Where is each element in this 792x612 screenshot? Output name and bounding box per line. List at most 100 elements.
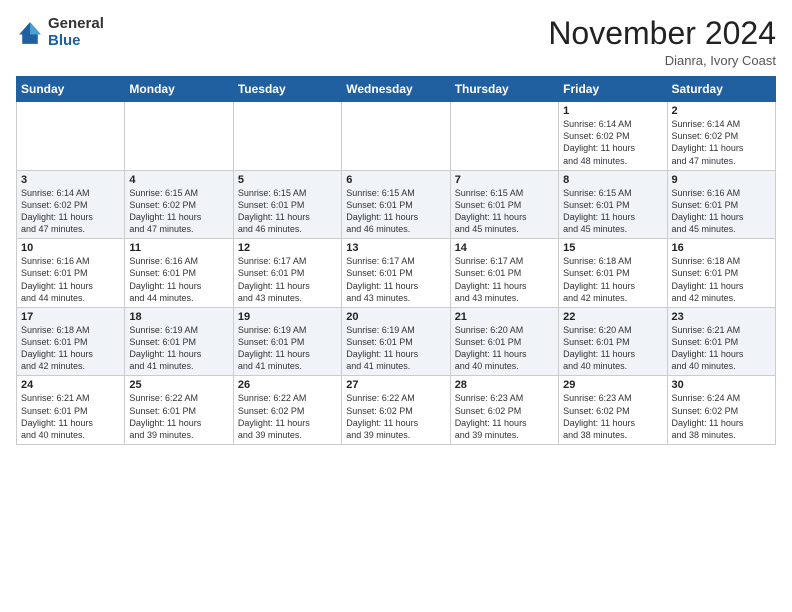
day-info: Sunrise: 6:15 AM Sunset: 6:02 PM Dayligh… xyxy=(129,187,228,236)
calendar-cell: 27Sunrise: 6:22 AM Sunset: 6:02 PM Dayli… xyxy=(342,376,450,445)
calendar-cell: 19Sunrise: 6:19 AM Sunset: 6:01 PM Dayli… xyxy=(233,307,341,376)
day-info: Sunrise: 6:18 AM Sunset: 6:01 PM Dayligh… xyxy=(563,255,662,304)
day-number: 23 xyxy=(672,311,771,323)
calendar-header-monday: Monday xyxy=(125,77,233,102)
title-block: November 2024 Dianra, Ivory Coast xyxy=(548,16,776,68)
calendar-cell: 20Sunrise: 6:19 AM Sunset: 6:01 PM Dayli… xyxy=(342,307,450,376)
day-info: Sunrise: 6:22 AM Sunset: 6:02 PM Dayligh… xyxy=(346,392,445,441)
day-info: Sunrise: 6:19 AM Sunset: 6:01 PM Dayligh… xyxy=(346,324,445,373)
calendar-cell: 7Sunrise: 6:15 AM Sunset: 6:01 PM Daylig… xyxy=(450,170,558,239)
day-number: 8 xyxy=(563,174,662,186)
day-info: Sunrise: 6:19 AM Sunset: 6:01 PM Dayligh… xyxy=(238,324,337,373)
calendar-header-saturday: Saturday xyxy=(667,77,775,102)
day-number: 3 xyxy=(21,174,120,186)
day-info: Sunrise: 6:20 AM Sunset: 6:01 PM Dayligh… xyxy=(563,324,662,373)
day-info: Sunrise: 6:21 AM Sunset: 6:01 PM Dayligh… xyxy=(672,324,771,373)
day-number: 4 xyxy=(129,174,228,186)
calendar-cell: 30Sunrise: 6:24 AM Sunset: 6:02 PM Dayli… xyxy=(667,376,775,445)
day-number: 26 xyxy=(238,379,337,391)
calendar-cell xyxy=(233,102,341,171)
day-info: Sunrise: 6:15 AM Sunset: 6:01 PM Dayligh… xyxy=(238,187,337,236)
month-title: November 2024 xyxy=(548,16,776,51)
calendar-header-thursday: Thursday xyxy=(450,77,558,102)
day-number: 18 xyxy=(129,311,228,323)
calendar-cell: 26Sunrise: 6:22 AM Sunset: 6:02 PM Dayli… xyxy=(233,376,341,445)
calendar-header-wednesday: Wednesday xyxy=(342,77,450,102)
day-info: Sunrise: 6:17 AM Sunset: 6:01 PM Dayligh… xyxy=(455,255,554,304)
day-info: Sunrise: 6:23 AM Sunset: 6:02 PM Dayligh… xyxy=(563,392,662,441)
calendar-week-3: 10Sunrise: 6:16 AM Sunset: 6:01 PM Dayli… xyxy=(17,239,776,308)
calendar-header-friday: Friday xyxy=(559,77,667,102)
day-info: Sunrise: 6:14 AM Sunset: 6:02 PM Dayligh… xyxy=(21,187,120,236)
day-info: Sunrise: 6:15 AM Sunset: 6:01 PM Dayligh… xyxy=(563,187,662,236)
page: General Blue November 2024 Dianra, Ivory… xyxy=(0,0,792,453)
day-info: Sunrise: 6:21 AM Sunset: 6:01 PM Dayligh… xyxy=(21,392,120,441)
day-info: Sunrise: 6:22 AM Sunset: 6:01 PM Dayligh… xyxy=(129,392,228,441)
calendar-cell: 1Sunrise: 6:14 AM Sunset: 6:02 PM Daylig… xyxy=(559,102,667,171)
day-number: 10 xyxy=(21,242,120,254)
day-number: 13 xyxy=(346,242,445,254)
calendar-cell: 5Sunrise: 6:15 AM Sunset: 6:01 PM Daylig… xyxy=(233,170,341,239)
logo-blue: Blue xyxy=(48,32,81,49)
calendar-cell: 17Sunrise: 6:18 AM Sunset: 6:01 PM Dayli… xyxy=(17,307,125,376)
header: General Blue November 2024 Dianra, Ivory… xyxy=(16,16,776,68)
day-info: Sunrise: 6:15 AM Sunset: 6:01 PM Dayligh… xyxy=(346,187,445,236)
day-number: 1 xyxy=(563,105,662,117)
calendar-cell: 8Sunrise: 6:15 AM Sunset: 6:01 PM Daylig… xyxy=(559,170,667,239)
logo-icon xyxy=(16,19,44,47)
calendar-cell: 2Sunrise: 6:14 AM Sunset: 6:02 PM Daylig… xyxy=(667,102,775,171)
calendar-cell: 11Sunrise: 6:16 AM Sunset: 6:01 PM Dayli… xyxy=(125,239,233,308)
day-info: Sunrise: 6:16 AM Sunset: 6:01 PM Dayligh… xyxy=(21,255,120,304)
calendar-cell: 14Sunrise: 6:17 AM Sunset: 6:01 PM Dayli… xyxy=(450,239,558,308)
day-info: Sunrise: 6:16 AM Sunset: 6:01 PM Dayligh… xyxy=(129,255,228,304)
calendar-cell: 23Sunrise: 6:21 AM Sunset: 6:01 PM Dayli… xyxy=(667,307,775,376)
day-number: 17 xyxy=(21,311,120,323)
calendar-week-2: 3Sunrise: 6:14 AM Sunset: 6:02 PM Daylig… xyxy=(17,170,776,239)
calendar-week-5: 24Sunrise: 6:21 AM Sunset: 6:01 PM Dayli… xyxy=(17,376,776,445)
day-info: Sunrise: 6:18 AM Sunset: 6:01 PM Dayligh… xyxy=(21,324,120,373)
calendar-cell: 28Sunrise: 6:23 AM Sunset: 6:02 PM Dayli… xyxy=(450,376,558,445)
day-info: Sunrise: 6:18 AM Sunset: 6:01 PM Dayligh… xyxy=(672,255,771,304)
day-info: Sunrise: 6:14 AM Sunset: 6:02 PM Dayligh… xyxy=(672,118,771,167)
day-number: 28 xyxy=(455,379,554,391)
day-number: 24 xyxy=(21,379,120,391)
calendar-cell: 6Sunrise: 6:15 AM Sunset: 6:01 PM Daylig… xyxy=(342,170,450,239)
calendar: SundayMondayTuesdayWednesdayThursdayFrid… xyxy=(16,76,776,445)
day-number: 16 xyxy=(672,242,771,254)
day-number: 6 xyxy=(346,174,445,186)
day-number: 11 xyxy=(129,242,228,254)
calendar-header-sunday: Sunday xyxy=(17,77,125,102)
day-info: Sunrise: 6:19 AM Sunset: 6:01 PM Dayligh… xyxy=(129,324,228,373)
calendar-cell: 24Sunrise: 6:21 AM Sunset: 6:01 PM Dayli… xyxy=(17,376,125,445)
calendar-cell: 3Sunrise: 6:14 AM Sunset: 6:02 PM Daylig… xyxy=(17,170,125,239)
day-number: 15 xyxy=(563,242,662,254)
day-number: 9 xyxy=(672,174,771,186)
location: Dianra, Ivory Coast xyxy=(548,53,776,68)
logo-text: General Blue xyxy=(48,16,104,49)
day-number: 19 xyxy=(238,311,337,323)
day-info: Sunrise: 6:15 AM Sunset: 6:01 PM Dayligh… xyxy=(455,187,554,236)
calendar-cell xyxy=(342,102,450,171)
calendar-cell: 21Sunrise: 6:20 AM Sunset: 6:01 PM Dayli… xyxy=(450,307,558,376)
logo: General Blue xyxy=(16,16,104,49)
day-number: 22 xyxy=(563,311,662,323)
calendar-cell: 13Sunrise: 6:17 AM Sunset: 6:01 PM Dayli… xyxy=(342,239,450,308)
day-info: Sunrise: 6:14 AM Sunset: 6:02 PM Dayligh… xyxy=(563,118,662,167)
day-number: 2 xyxy=(672,105,771,117)
day-info: Sunrise: 6:23 AM Sunset: 6:02 PM Dayligh… xyxy=(455,392,554,441)
day-number: 27 xyxy=(346,379,445,391)
day-info: Sunrise: 6:16 AM Sunset: 6:01 PM Dayligh… xyxy=(672,187,771,236)
calendar-cell: 10Sunrise: 6:16 AM Sunset: 6:01 PM Dayli… xyxy=(17,239,125,308)
day-number: 21 xyxy=(455,311,554,323)
day-info: Sunrise: 6:17 AM Sunset: 6:01 PM Dayligh… xyxy=(346,255,445,304)
day-number: 7 xyxy=(455,174,554,186)
day-number: 14 xyxy=(455,242,554,254)
calendar-cell: 18Sunrise: 6:19 AM Sunset: 6:01 PM Dayli… xyxy=(125,307,233,376)
day-number: 20 xyxy=(346,311,445,323)
day-number: 12 xyxy=(238,242,337,254)
day-info: Sunrise: 6:24 AM Sunset: 6:02 PM Dayligh… xyxy=(672,392,771,441)
day-info: Sunrise: 6:17 AM Sunset: 6:01 PM Dayligh… xyxy=(238,255,337,304)
calendar-cell: 22Sunrise: 6:20 AM Sunset: 6:01 PM Dayli… xyxy=(559,307,667,376)
calendar-cell: 12Sunrise: 6:17 AM Sunset: 6:01 PM Dayli… xyxy=(233,239,341,308)
logo-general: General xyxy=(48,15,104,32)
